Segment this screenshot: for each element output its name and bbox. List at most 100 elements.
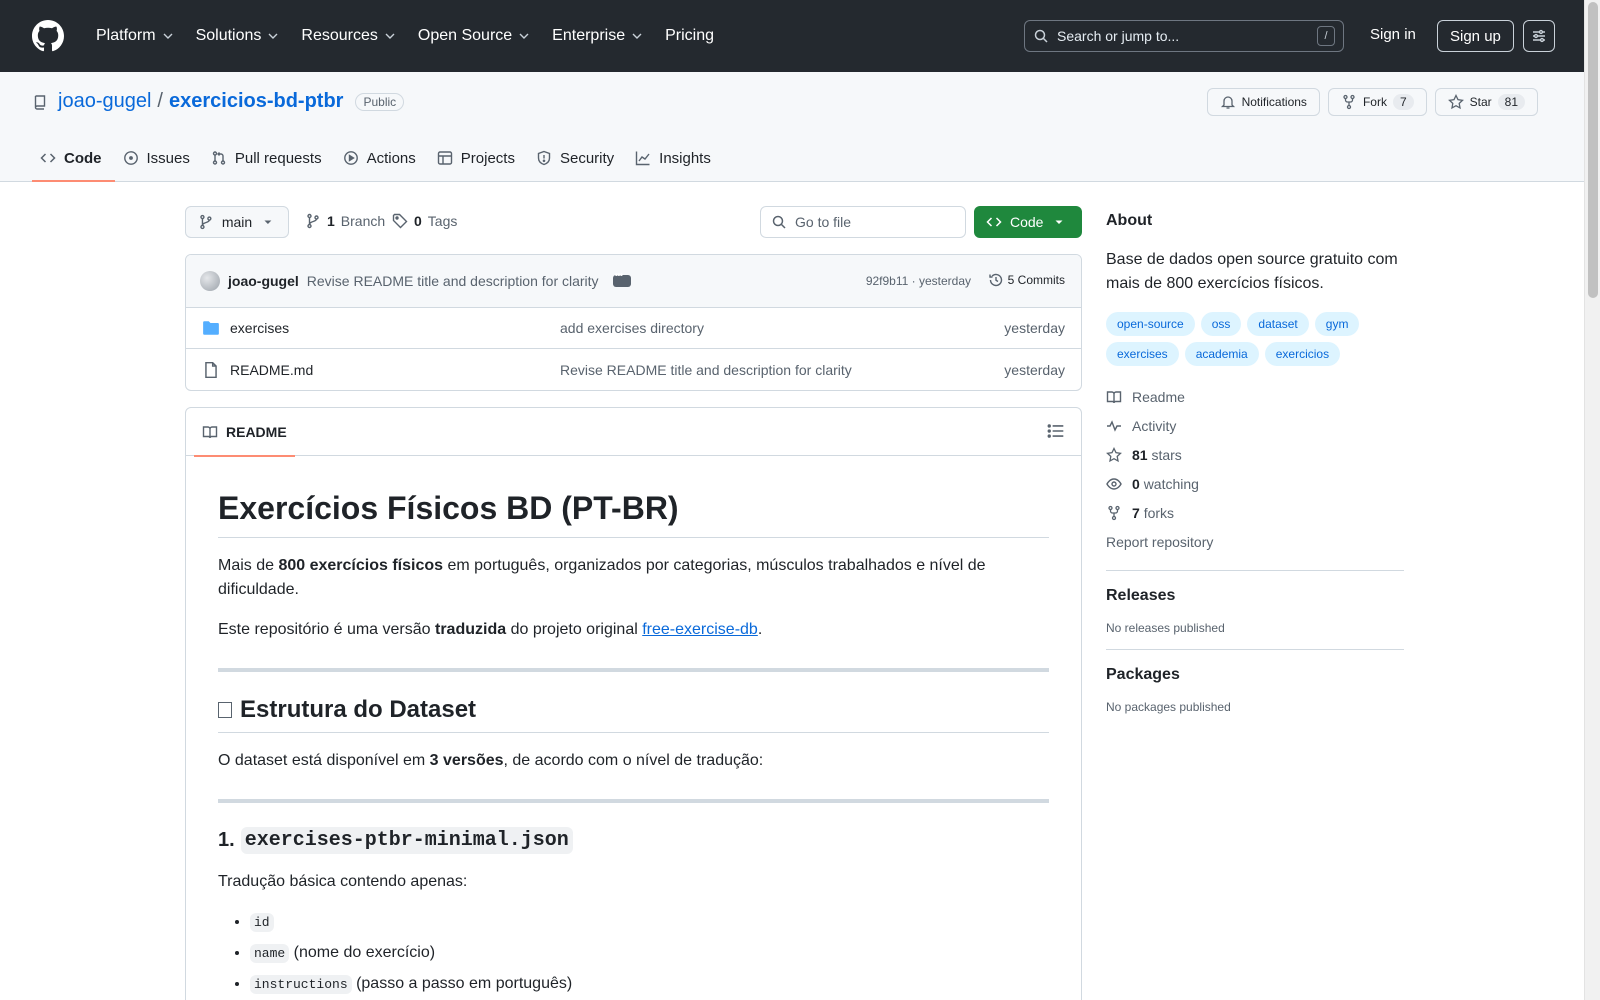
commits-history-link[interactable]: 5 Commits [988, 272, 1065, 288]
readme-intro: Mais de 800 exercícios físicos em portug… [218, 554, 1049, 602]
topic-tag[interactable]: exercicios [1264, 342, 1341, 366]
play-icon [343, 151, 358, 165]
watching-count: 0 [1132, 475, 1140, 492]
tab-issues[interactable]: Issues [115, 134, 203, 182]
tab-actions[interactable]: Actions [335, 134, 429, 182]
code-dropdown-button[interactable]: Code [974, 206, 1082, 238]
search-icon [772, 215, 786, 229]
nav-pricing[interactable]: Pricing [657, 21, 722, 51]
field-desc: (nome do exercício) [289, 944, 436, 961]
nav-resources[interactable]: Resources [293, 21, 405, 51]
stars-link[interactable]: 81 stars [1106, 440, 1404, 469]
issue-icon [123, 151, 138, 165]
tab-pull-requests[interactable]: Pull requests [203, 134, 335, 182]
notifications-button[interactable]: Notifications [1206, 88, 1320, 116]
minimal-version-text: Tradução básica contendo apenas: [218, 873, 468, 890]
report-repository-link[interactable]: Report repository [1106, 527, 1404, 556]
topic-tag[interactable]: gym [1314, 312, 1360, 336]
list-item: instructions (passo a passo em português… [250, 972, 1049, 997]
commit-message[interactable]: Revise README title and description for … [307, 273, 599, 289]
github-logo-icon[interactable] [32, 20, 64, 52]
readme-link[interactable]: Readme [1106, 382, 1404, 411]
tab-insights[interactable]: Insights [627, 134, 724, 182]
forks-link[interactable]: 7 forks [1106, 498, 1404, 527]
code-button-label: Code [1010, 214, 1044, 230]
file-commit-message[interactable]: add exercises directory [560, 320, 704, 336]
table-row[interactable]: exercises add exercises directory yester… [186, 308, 1081, 349]
global-search[interactable]: / [1024, 20, 1344, 52]
heading-code: exercises-ptbr-minimal.json [240, 827, 573, 854]
command-palette-button[interactable] [1523, 20, 1555, 52]
commit-details-toggle[interactable] [612, 270, 631, 287]
topic-tag[interactable]: exercises [1106, 342, 1179, 366]
star-icon [1106, 446, 1122, 462]
nav-enterprise[interactable]: Enterprise [544, 21, 653, 51]
history-icon [988, 273, 1002, 287]
code-icon [40, 153, 56, 163]
nav-open-source[interactable]: Open Source [410, 21, 540, 51]
tag-label: Tags [427, 213, 458, 229]
topic-tag[interactable]: open-source [1106, 312, 1195, 336]
tab-security[interactable]: Security [528, 134, 627, 182]
star-icon [1447, 94, 1464, 110]
packages-empty-text: No packages published [1106, 700, 1231, 714]
commit-hash-time[interactable]: 92f9b11 · yesterday [866, 274, 971, 288]
readme-content: Exercícios Físicos BD (PT-BR) Mais de 80… [186, 490, 1081, 997]
text-run-bold: 800 exercícios físicos [278, 557, 444, 574]
nav-solutions[interactable]: Solutions [188, 21, 290, 51]
activity-link[interactable]: Activity [1106, 411, 1404, 440]
file-name[interactable]: exercises [230, 320, 289, 336]
file-date: yesterday [1004, 320, 1065, 336]
tag-icon [392, 213, 408, 229]
topic-tag[interactable]: dataset [1247, 312, 1309, 336]
tab-readme[interactable]: README [194, 408, 295, 457]
dataset-versions-text: O dataset está disponível em 3 versões, … [218, 749, 1049, 773]
free-exercise-db-link[interactable]: free-exercise-db [642, 621, 758, 638]
divider [218, 799, 1049, 803]
topic-tag[interactable]: oss [1200, 312, 1242, 336]
file-name[interactable]: README.md [230, 362, 313, 378]
outline-list-icon[interactable] [1047, 422, 1065, 440]
repo-separator: / [157, 90, 163, 112]
tags-link[interactable]: 0 Tags [392, 213, 457, 229]
releases-heading[interactable]: Releases [1106, 587, 1175, 604]
repo-name-link[interactable]: exercicios-bd-ptbr [169, 90, 343, 113]
scrollbar-thumb[interactable] [1588, 2, 1598, 298]
sign-in-link[interactable]: Sign in [1370, 26, 1416, 43]
divider [1106, 649, 1404, 650]
table-row[interactable]: README.md Revise README title and descri… [186, 349, 1081, 390]
text-run: Mais de [218, 557, 279, 574]
search-shortcut-key: / [1317, 26, 1335, 46]
caret-down-icon [1055, 220, 1063, 224]
go-to-file[interactable] [760, 206, 966, 238]
divider [218, 668, 1049, 672]
branch-selector[interactable]: main [185, 206, 289, 238]
branch-label: Branch [340, 213, 386, 229]
fork-button[interactable]: Fork 7 [1327, 88, 1427, 116]
branches-link[interactable]: 1 Branch [305, 213, 385, 229]
star-button[interactable]: Star 81 [1434, 88, 1538, 116]
topics-list: open-source oss dataset gym exercises ac… [1106, 312, 1366, 366]
pull-request-icon [212, 151, 226, 165]
field-code: id [250, 913, 274, 932]
watching-link[interactable]: 0 watching [1106, 469, 1404, 498]
repo-owner-link[interactable]: joao-gugel [58, 90, 151, 113]
field-code: name [250, 944, 290, 963]
packages-heading[interactable]: Packages [1106, 666, 1180, 683]
topic-tag[interactable]: academia [1184, 342, 1259, 366]
global-search-input[interactable] [1057, 28, 1317, 44]
file-commit-message[interactable]: Revise README title and description for … [560, 362, 852, 378]
tab-code[interactable]: Code [32, 134, 115, 182]
commit-author[interactable]: joao-gugel [228, 273, 299, 289]
avatar[interactable] [200, 271, 220, 291]
chevron-down-icon [268, 33, 278, 39]
go-to-file-input[interactable] [795, 214, 945, 230]
nav-platform[interactable]: Platform [88, 21, 184, 51]
chevron-down-icon [163, 33, 173, 39]
branch-icon [307, 213, 319, 229]
field-code: instructions [250, 975, 352, 994]
sign-up-button[interactable]: Sign up [1437, 20, 1514, 52]
tab-projects[interactable]: Projects [429, 134, 528, 182]
page-scrollbar[interactable] [1584, 0, 1600, 1000]
tab-issues-label: Issues [146, 149, 190, 167]
